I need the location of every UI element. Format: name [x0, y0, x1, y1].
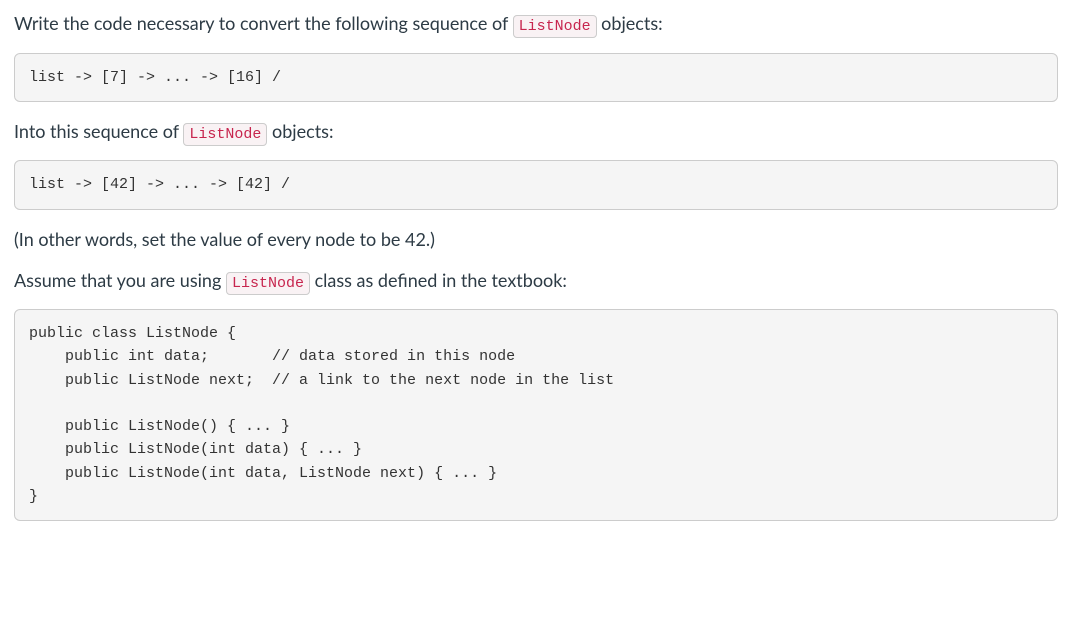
assume-text-2: class as defined in the textbook:	[310, 269, 567, 291]
code-block-classdef: public class ListNode { public int data;…	[14, 309, 1058, 521]
assume-text-1: Assume that you are using	[14, 269, 226, 291]
assume-paragraph: Assume that you are using ListNode class…	[14, 267, 1058, 296]
intro-paragraph: Write the code necessary to convert the …	[14, 10, 1058, 39]
mid-text-1: Into this sequence of	[14, 120, 183, 142]
code-block-after: list -> [42] -> ... -> [42] /	[14, 160, 1058, 209]
listnode-code-3: ListNode	[226, 272, 310, 295]
mid-paragraph: Into this sequence of ListNode objects:	[14, 118, 1058, 147]
code-block-before: list -> [7] -> ... -> [16] /	[14, 53, 1058, 102]
listnode-code-1: ListNode	[513, 15, 597, 38]
mid-text-2: objects:	[267, 120, 333, 142]
note-paragraph: (In other words, set the value of every …	[14, 226, 1058, 253]
intro-text-2: objects:	[597, 12, 663, 34]
listnode-code-2: ListNode	[183, 123, 267, 146]
intro-text-1: Write the code necessary to convert the …	[14, 12, 513, 34]
